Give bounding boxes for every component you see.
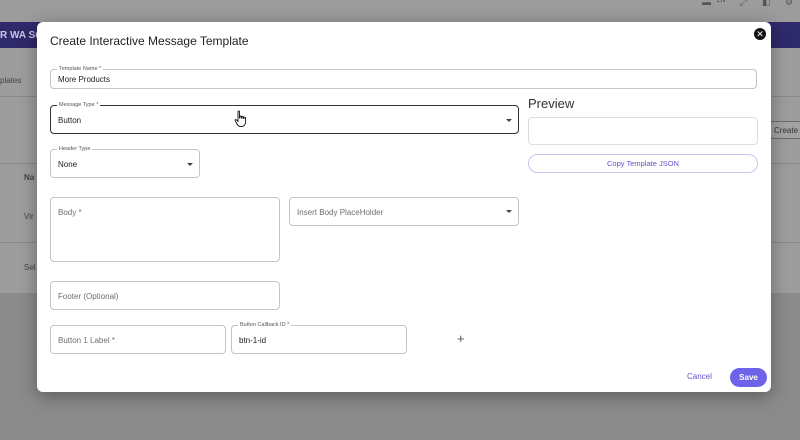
- body-textarea[interactable]: Body *: [50, 197, 280, 262]
- fullscreen-icon[interactable]: ⤢: [740, 0, 747, 8]
- chevron-down-icon: [187, 163, 193, 166]
- gear-icon[interactable]: ⚙: [785, 0, 793, 8]
- modal-title: Create Interactive Message Template: [50, 34, 249, 48]
- message-type-value: Button: [58, 116, 82, 125]
- app-top-bar: ▬ EN ⤢ ◧ ⚙: [0, 0, 800, 22]
- table-header-name: Na: [24, 173, 35, 182]
- close-icon[interactable]: ✕: [754, 28, 766, 40]
- add-button-icon[interactable]: +: [457, 332, 465, 345]
- table-row-name[interactable]: Vir: [24, 212, 34, 221]
- flag-icon[interactable]: ▬: [702, 0, 711, 7]
- body-placeholder: Body *: [58, 208, 82, 217]
- save-button[interactable]: Save: [730, 368, 767, 387]
- message-type-label: Message Type *: [57, 101, 101, 109]
- language-label[interactable]: EN: [717, 0, 725, 4]
- template-name-value: More Products: [58, 75, 111, 84]
- button-callback-id-input[interactable]: Button Callback ID * btn-1-id: [231, 321, 407, 354]
- template-name-label: Template Name *: [57, 65, 104, 73]
- create-template-modal: Create Interactive Message Template ✕ Te…: [37, 22, 771, 392]
- insert-placeholder-select[interactable]: Insert Body PlaceHolder: [289, 197, 519, 226]
- hand-cursor-icon: [234, 110, 248, 133]
- header-type-select[interactable]: Header Type None: [50, 145, 200, 178]
- header-type-label: Header Type: [57, 145, 93, 153]
- footer-placeholder: Footer (Optional): [58, 292, 119, 301]
- cancel-button[interactable]: Cancel: [687, 372, 712, 381]
- chevron-down-icon: [506, 210, 512, 213]
- message-type-select[interactable]: Message Type * Button: [50, 101, 519, 134]
- button-callback-id-label: Button Callback ID *: [238, 321, 292, 329]
- preview-box: [528, 117, 758, 145]
- button-callback-id-value: btn-1-id: [239, 336, 267, 345]
- create-template-button[interactable]: Create I: [770, 121, 800, 139]
- header-type-value: None: [58, 160, 78, 169]
- template-name-field[interactable]: Template Name * More Products: [50, 65, 757, 89]
- button-1-label-placeholder: Button 1 Label *: [58, 336, 115, 345]
- copy-template-json-button[interactable]: Copy Template JSON: [528, 154, 758, 173]
- footer-input[interactable]: Footer (Optional): [50, 281, 280, 310]
- insert-placeholder-text: Insert Body PlaceHolder: [297, 208, 384, 217]
- preview-title: Preview: [528, 96, 575, 111]
- tab-templates[interactable]: plates: [0, 76, 21, 85]
- button-1-label-input[interactable]: Button 1 Label *: [50, 325, 226, 354]
- layout-icon[interactable]: ◧: [762, 0, 771, 8]
- app-title: R WA Su: [0, 30, 42, 41]
- table-row-name[interactable]: Sel: [24, 263, 36, 272]
- chevron-down-icon: [506, 119, 512, 122]
